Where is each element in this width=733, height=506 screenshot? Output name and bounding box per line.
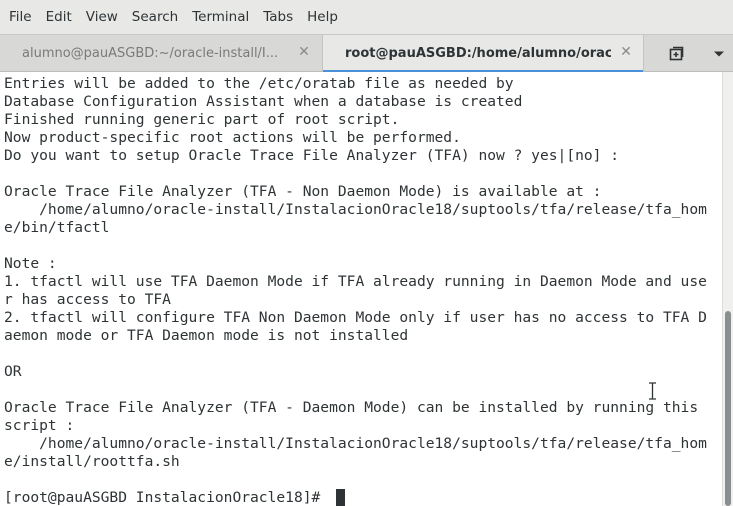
- terminal-line: [root@pauASGBD InstalacionOracle18]#: [4, 489, 330, 506]
- terminal-line: r has access to TFA: [4, 291, 171, 308]
- menu-bar: File Edit View Search Terminal Tabs Help: [0, 0, 733, 34]
- terminal-window: File Edit View Search Terminal Tabs Help…: [0, 0, 733, 506]
- tab-label: alumno@pauASGBD:~/oracle-install/I...: [22, 46, 279, 61]
- text-cursor: [336, 489, 345, 506]
- terminal-line: Do you want to setup Oracle Trace File A…: [4, 147, 620, 164]
- terminal-line: aemon mode or TFA Daemon mode is not ins…: [4, 327, 409, 344]
- terminal-line: 1. tfactl will use TFA Daemon Mode if TF…: [4, 273, 707, 290]
- terminal-line: Now product-specific root actions will b…: [4, 129, 461, 146]
- close-icon[interactable]: ✕: [297, 45, 311, 59]
- menu-view[interactable]: View: [79, 0, 125, 34]
- scrollbar-thumb[interactable]: [725, 311, 731, 506]
- menu-tabs[interactable]: Tabs: [256, 0, 300, 34]
- menu-search[interactable]: Search: [125, 0, 185, 34]
- terminal-line: /home/alumno/oracle-install/InstalacionO…: [4, 435, 707, 452]
- terminal-line: Oracle Trace File Analyzer (TFA - Non Da…: [4, 183, 602, 200]
- menu-file[interactable]: File: [2, 0, 39, 34]
- menu-terminal[interactable]: Terminal: [185, 0, 256, 34]
- terminal-line: Database Configuration Assistant when a …: [4, 93, 523, 110]
- terminal-line: Finished running generic part of root sc…: [4, 111, 400, 128]
- new-tab-button[interactable]: [648, 35, 704, 72]
- terminal-line: OR: [4, 363, 22, 380]
- terminal-line: /home/alumno/oracle-install/InstalacionO…: [4, 201, 707, 218]
- tab-bar: alumno@pauASGBD:~/oracle-install/I... ✕ …: [0, 34, 733, 73]
- tab-label: root@pauASGBD:/home/alumno/orac...: [345, 46, 611, 61]
- terminal-line: Entries will be added to the /etc/oratab…: [4, 75, 514, 92]
- menu-edit[interactable]: Edit: [39, 0, 79, 34]
- close-icon[interactable]: ✕: [619, 45, 633, 59]
- terminal-line: 2. tfactl will configure TFA Non Daemon …: [4, 309, 707, 326]
- tab-root[interactable]: root@pauASGBD:/home/alumno/orac... ✕: [322, 35, 644, 73]
- tab-alumno[interactable]: alumno@pauASGBD:~/oracle-install/I... ✕: [0, 35, 322, 72]
- ibeam-cursor-icon: [649, 382, 656, 400]
- terminal-output[interactable]: Entries will be added to the /etc/oratab…: [0, 72, 722, 506]
- tab-menu-button[interactable]: [704, 35, 733, 72]
- terminal-line: e/install/roottfa.sh: [4, 453, 180, 470]
- terminal-line: Oracle Trace File Analyzer (TFA - Daemon…: [4, 399, 699, 416]
- menu-help[interactable]: Help: [300, 0, 345, 34]
- chevron-down-icon: [713, 51, 724, 56]
- new-tab-icon: [669, 46, 684, 60]
- terminal-line: e/bin/tfactl: [4, 219, 110, 236]
- terminal-line: Note :: [4, 255, 57, 272]
- terminal-line: script :: [4, 417, 75, 434]
- vertical-scrollbar[interactable]: [722, 72, 733, 506]
